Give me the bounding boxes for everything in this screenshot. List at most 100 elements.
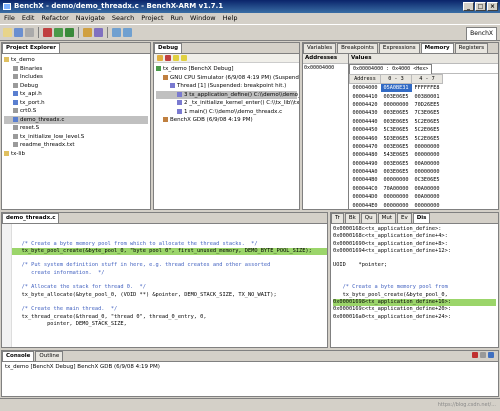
project-tree-item[interactable]: demo_threadx.c bbox=[4, 115, 148, 124]
memory-cell[interactable]: FFFFFFE8 bbox=[412, 84, 443, 93]
memory-cell[interactable]: 003E06E5 bbox=[381, 143, 412, 151]
project-tree-item[interactable]: Includes bbox=[4, 73, 148, 82]
memory-cell[interactable]: 7C3E06E5 bbox=[412, 109, 443, 117]
back-icon[interactable] bbox=[112, 28, 121, 37]
editor-code[interactable]: /* Create a byte memory pool from which … bbox=[12, 224, 327, 347]
memory-cell[interactable]: 70A00000 bbox=[381, 185, 412, 193]
project-tree-item[interactable]: tx_port.h bbox=[4, 99, 148, 108]
menu-help[interactable]: Help bbox=[223, 13, 238, 24]
memory-cell[interactable]: 003E06E5 bbox=[381, 109, 412, 117]
memory-cell[interactable]: 00004480 bbox=[350, 151, 381, 159]
search-icon[interactable] bbox=[83, 28, 92, 37]
debug-tree-item[interactable]: 3 tx_application_define() C:\\demo\\demo… bbox=[156, 90, 299, 99]
memory-cell[interactable]: 00004470 bbox=[350, 143, 381, 151]
tab-registers[interactable]: Registers bbox=[454, 43, 489, 53]
memory-cell[interactable]: 00000000 bbox=[381, 201, 412, 209]
step-over-icon[interactable] bbox=[181, 55, 187, 61]
memory-cell[interactable]: 00004000 bbox=[350, 84, 381, 93]
tab-breakpoints[interactable]: Breakpoints bbox=[337, 43, 378, 53]
debug-tree-item[interactable]: 2 _tx_initialize_kernel_enter() C:\\tx_l… bbox=[156, 99, 299, 108]
debug-tree-item[interactable]: BenchX GDB (6/9/08 4:19 PM) bbox=[156, 116, 297, 125]
tab-ev[interactable]: Ev bbox=[397, 213, 412, 223]
project-tree-item[interactable]: tx-lib bbox=[4, 150, 148, 159]
perspective-switcher[interactable]: BenchX bbox=[466, 27, 497, 41]
menu-edit[interactable]: Edit bbox=[22, 13, 35, 24]
tab-variables[interactable]: Variables bbox=[303, 43, 337, 53]
memory-cell[interactable]: 003E06E5 bbox=[381, 168, 412, 176]
tab-qu[interactable]: Qu bbox=[360, 213, 377, 223]
tab-mut[interactable]: Mut bbox=[377, 213, 396, 223]
memory-cell[interactable]: 00A00000 bbox=[412, 160, 443, 168]
memory-cell[interactable]: 00000000 bbox=[381, 101, 412, 109]
project-tree-item[interactable]: readme_threadx.txt bbox=[4, 141, 148, 150]
tab-console[interactable]: Console bbox=[2, 351, 35, 361]
memory-cell[interactable]: 00A00000 bbox=[412, 185, 443, 193]
project-tree-item[interactable]: crt0.S bbox=[4, 107, 148, 116]
minimize-button[interactable]: _ bbox=[463, 2, 474, 11]
print-icon[interactable] bbox=[25, 28, 34, 37]
build-icon[interactable] bbox=[43, 28, 52, 37]
memory-cell[interactable]: 5C2E06E5 bbox=[412, 126, 443, 134]
rendering-tab[interactable]: 0x00004000 : 0x4000 <Hex> bbox=[349, 64, 433, 74]
memory-cell[interactable]: 003E06E5 bbox=[381, 92, 412, 100]
memory-cell[interactable]: 00004450 bbox=[350, 126, 381, 134]
monitor-item[interactable]: 0x00004000 bbox=[303, 64, 348, 73]
resume-icon[interactable] bbox=[157, 55, 163, 61]
memory-cell[interactable]: 003E06E5 bbox=[381, 160, 412, 168]
memory-cell[interactable]: 000044E0 bbox=[350, 201, 381, 209]
clear-console-icon[interactable] bbox=[480, 352, 486, 358]
memory-cell[interactable]: 00A00000 bbox=[412, 193, 443, 201]
memory-cell[interactable]: 0C3E06E5 bbox=[412, 176, 443, 184]
menu-search[interactable]: Search bbox=[112, 13, 134, 24]
memory-cell[interactable]: 00000000 bbox=[381, 176, 412, 184]
step-into-icon[interactable] bbox=[173, 55, 179, 61]
tab-bk[interactable]: Bk bbox=[344, 213, 360, 223]
memory-cell[interactable]: 5C3E06E5 bbox=[381, 126, 412, 134]
menu-refactor[interactable]: Refactor bbox=[41, 13, 68, 24]
run-icon[interactable] bbox=[65, 28, 74, 37]
memory-cell[interactable]: 00000000 bbox=[381, 193, 412, 201]
memory-cell[interactable]: 00000000 bbox=[412, 201, 443, 209]
memory-cell[interactable]: 5C2E06E5 bbox=[412, 134, 443, 142]
debug-tree-item[interactable]: tx_demo [BenchX Debug] bbox=[156, 65, 297, 74]
tab-demo-threadx[interactable]: demo_threadx.c bbox=[2, 213, 60, 223]
project-tree-item[interactable]: tx_demo bbox=[4, 56, 148, 65]
tab-tr[interactable]: Tr bbox=[331, 213, 344, 223]
memory-cell[interactable]: 70D26EE5 bbox=[412, 101, 443, 109]
tab-outline[interactable]: Outline bbox=[35, 351, 64, 361]
maximize-button[interactable]: □ bbox=[475, 2, 486, 11]
terminate-console-icon[interactable] bbox=[472, 352, 478, 358]
tab-memory[interactable]: Memory bbox=[420, 43, 454, 53]
memory-cell[interactable]: 00004440 bbox=[350, 118, 381, 126]
debug-tree-item[interactable]: 1 main() C:\\demo\\demo_threadx.c bbox=[156, 108, 297, 117]
memory-cell[interactable]: 00004430 bbox=[350, 109, 381, 117]
memory-cell[interactable]: 000044D0 bbox=[350, 193, 381, 201]
tab-project-explorer[interactable]: Project Explorer bbox=[2, 43, 61, 53]
save-icon[interactable] bbox=[14, 28, 23, 37]
memory-cell[interactable]: 003E06E5 bbox=[381, 118, 412, 126]
menu-file[interactable]: File bbox=[4, 13, 15, 24]
project-tree-item[interactable]: Debug bbox=[4, 82, 148, 91]
tab-debug[interactable]: Debug bbox=[154, 43, 183, 53]
memory-cell[interactable]: 00004490 bbox=[350, 160, 381, 168]
memory-cell[interactable]: 00004460 bbox=[350, 134, 381, 142]
memory-cell[interactable]: 000044B0 bbox=[350, 176, 381, 184]
display-console-icon[interactable] bbox=[488, 352, 494, 358]
memory-cell[interactable]: 000044A0 bbox=[350, 168, 381, 176]
tab-expressions[interactable]: Expressions bbox=[378, 43, 420, 53]
memory-cell[interactable]: 5C2E06E5 bbox=[412, 118, 443, 126]
memory-cell[interactable]: 00004420 bbox=[350, 101, 381, 109]
memory-cell[interactable]: 000044C0 bbox=[350, 185, 381, 193]
memory-cell[interactable]: 5D3E06E5 bbox=[381, 134, 412, 142]
open-type-icon[interactable] bbox=[94, 28, 103, 37]
debug-tree-item[interactable]: Thread [1] (Suspended: breakpoint hit.) bbox=[156, 82, 297, 91]
menu-window[interactable]: Window bbox=[190, 13, 216, 24]
memory-cell[interactable]: 00000000 bbox=[412, 168, 443, 176]
project-tree-item[interactable]: tx_initialize_low_level.S bbox=[4, 133, 148, 142]
tab-dis[interactable]: Dis bbox=[412, 213, 431, 223]
project-tree-item[interactable]: Binaries bbox=[4, 65, 148, 74]
new-icon[interactable] bbox=[3, 28, 12, 37]
memory-cell[interactable]: 543E06E5 bbox=[381, 151, 412, 159]
project-tree-item[interactable]: tx_api.h bbox=[4, 90, 148, 99]
project-tree-item[interactable]: reset.S bbox=[4, 124, 148, 133]
